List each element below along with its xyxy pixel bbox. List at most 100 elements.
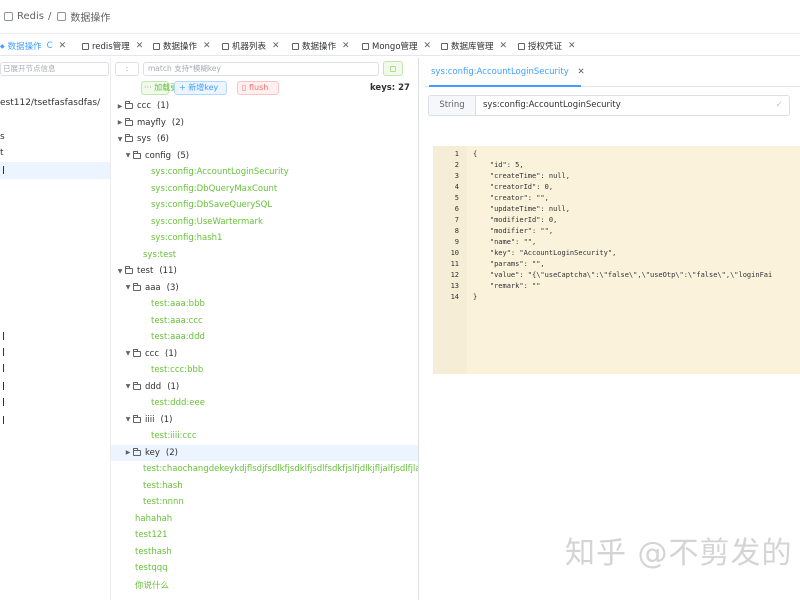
value-editor[interactable]: 1 2 3 4 5 6 7 8 9 10 11 12 13 14 { "id": 5, "createTi…	[433, 146, 800, 374]
tree-leaf-key[interactable]: hahahah	[111, 511, 418, 527]
tree-leaf-key[interactable]: test:ccc:bbb	[111, 362, 418, 378]
search-button[interactable]: ◻	[383, 61, 403, 76]
code-line: "modifierId": 0,	[473, 216, 558, 224]
close-icon[interactable]: ✕	[568, 41, 576, 51]
key-name-input[interactable]: sys:config:AccountLoginSecurity ✓	[475, 95, 790, 116]
tree-folder-node[interactable]: ▼ iiii (1)	[111, 412, 418, 428]
chevron-down-icon[interactable]: ▼	[123, 416, 133, 423]
tab-icon	[292, 42, 299, 50]
tab-machine-list[interactable]: 机器列表 ✕	[222, 38, 280, 54]
chevron-down-icon[interactable]: ▼	[115, 268, 125, 275]
chevron-right-icon[interactable]: ▶	[115, 103, 125, 110]
tree-leaf-key[interactable]: sys:test	[111, 247, 418, 263]
tab-data-operation-1[interactable]: ◆ 数据操作 C ✕	[0, 38, 66, 54]
tree-leaf-key[interactable]: sys:config:AccountLoginSecurity	[111, 164, 418, 180]
chevron-down-icon[interactable]: ▼	[115, 136, 125, 143]
close-icon[interactable]: ✕	[59, 41, 67, 51]
tree-node-label: test	[137, 266, 154, 276]
db-select[interactable]: :	[115, 62, 139, 76]
tree-leaf-key[interactable]: 你说什么	[111, 577, 418, 593]
tree-leaf-key[interactable]: test:aaa:ccc	[111, 313, 418, 329]
chevron-right-icon[interactable]: ▶	[115, 119, 125, 126]
tree-node-label: mayfly	[137, 117, 166, 128]
line-number: 5	[454, 194, 459, 202]
node-filter-input[interactable]: 已展开节点信息	[0, 62, 109, 76]
tree-folder-node[interactable]: ▼ test (11)	[111, 263, 418, 279]
chevron-right-icon[interactable]: ▶	[123, 449, 133, 456]
instance-path[interactable]: est112/tsetfasfasdfas/	[0, 98, 100, 108]
match-input[interactable]: match 支持*模糊key	[143, 62, 379, 76]
tab-auth-credential[interactable]: 授权凭证 ✕	[518, 38, 576, 54]
tree-folder-node[interactable]: ▶ key (2)	[111, 444, 418, 461]
line-number: 13	[450, 282, 459, 290]
close-icon[interactable]: ✕	[136, 41, 144, 51]
tree-leaf-key[interactable]: test121	[111, 527, 418, 543]
tree-leaf-key[interactable]: testhash	[111, 544, 418, 560]
selected-db-row[interactable]	[0, 162, 110, 179]
close-icon[interactable]: ✕	[577, 67, 584, 77]
tree-leaf-key[interactable]: test:nnnn	[111, 494, 418, 510]
tab-db-manage[interactable]: 数据库管理 ✕	[441, 38, 507, 54]
tree-leaf-key[interactable]: testqqq	[111, 560, 418, 576]
tree-leaf-key[interactable]: test:iiii:ccc	[111, 428, 418, 444]
tree-folder-node[interactable]: ▼ ddd (1)	[111, 379, 418, 395]
tab-mongo-manage[interactable]: Mongo管理 ✕	[362, 38, 431, 54]
tab-label: 数据操作	[7, 42, 42, 52]
add-key-button[interactable]: + 新增key	[174, 81, 227, 95]
tab-icon	[82, 42, 89, 50]
more-icon: ···	[144, 83, 155, 92]
close-icon[interactable]: ✕	[500, 41, 508, 51]
chevron-down-icon[interactable]: ▼	[123, 152, 133, 159]
tree-folder-node[interactable]: ▼ config (5)	[111, 148, 418, 164]
tree-leaf-label: sys:config:hash1	[151, 233, 223, 243]
tree-leaf-key[interactable]: sys:config:DbSaveQuerySQL	[111, 197, 418, 213]
chevron-down-icon[interactable]: ▼	[123, 383, 133, 390]
flush-button[interactable]: ▯ flush	[237, 81, 279, 95]
check-icon[interactable]: ✓	[775, 96, 783, 115]
tree-leaf-key[interactable]: test:ddd:eee	[111, 395, 418, 411]
close-icon[interactable]: ✕	[424, 41, 432, 51]
breadcrumb-root[interactable]: Redis	[17, 11, 44, 22]
line-number: 14	[450, 293, 459, 301]
tabs-bar: ◆ 数据操作 C ✕ redis管理 ✕ 数据操作 ✕ 机器列表 ✕ 数据操作 …	[0, 36, 800, 56]
tree-node-label: key	[145, 447, 160, 458]
folder-icon	[125, 101, 133, 109]
tab-label: Mongo管理	[372, 42, 418, 52]
tree-folder-node[interactable]: ▼ aaa (3)	[111, 280, 418, 296]
tree-leaf-key[interactable]: sys:config:hash1	[111, 230, 418, 246]
tab-icon	[362, 42, 369, 50]
tab-redis-manage[interactable]: redis管理 ✕	[82, 38, 143, 54]
refresh-icon[interactable]: C	[47, 41, 53, 51]
tree-folder-node[interactable]: ▼ sys (6)	[111, 131, 418, 147]
key-name-value: sys:config:AccountLoginSecurity	[483, 100, 621, 110]
tree-folder-node[interactable]: ▶ ccc (1)	[111, 98, 418, 114]
chevron-down-icon[interactable]: ▼	[123, 350, 133, 357]
close-icon[interactable]: ✕	[203, 41, 211, 51]
tree-node-count: (5)	[177, 150, 190, 161]
tree-leaf-key[interactable]: sys:config:UseWartermark	[111, 214, 418, 230]
tree-folder-node[interactable]: ▼ ccc (1)	[111, 346, 418, 362]
tab-data-operation-2[interactable]: 数据操作 ✕	[153, 38, 211, 54]
tree-bracket	[0, 364, 4, 372]
code-line: "createTime": null,	[473, 172, 570, 180]
detail-tab[interactable]: sys:config:AccountLoginSecurity ✕	[431, 67, 585, 77]
tree-leaf-key[interactable]: sys:config:DbQueryMaxCount	[111, 181, 418, 197]
tree-leaf-key[interactable]: test:chaochangdekeykdjflsdjfsdlkfjsdklfj…	[111, 461, 418, 477]
tree-leaf-label: sys:test	[143, 249, 177, 260]
tree-leaf-key[interactable]: test:aaa:bbb	[111, 296, 418, 312]
code-line: "modifier": "",	[473, 227, 554, 235]
redis-icon	[4, 12, 13, 21]
flush-label: flush	[248, 83, 269, 92]
load-more-button[interactable]: ··· 加载更多	[141, 81, 186, 95]
tree-leaf-key[interactable]: test:aaa:ddd	[111, 329, 418, 345]
tree-folder-node[interactable]: ▶ mayfly (2)	[111, 115, 418, 131]
tree-leaf-label: test:aaa:ccc	[151, 315, 203, 326]
code-line: "creator": "",	[473, 194, 549, 202]
close-icon[interactable]: ✕	[272, 41, 280, 51]
top-bar: Redis / 数据操作	[0, 0, 800, 34]
close-icon[interactable]: ✕	[342, 41, 350, 51]
tree-leaf-key[interactable]: test:hash	[111, 478, 418, 494]
chevron-down-icon[interactable]: ▼	[123, 284, 133, 291]
folder-icon	[133, 447, 141, 456]
tab-data-operation-3[interactable]: 数据操作 ✕	[292, 38, 350, 54]
